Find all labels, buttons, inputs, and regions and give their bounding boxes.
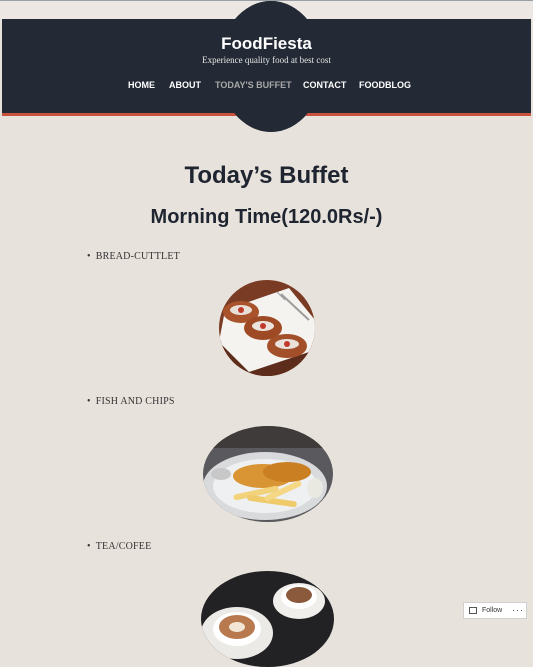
fish-and-chips-icon: [203, 426, 333, 522]
follow-icon: [469, 607, 477, 614]
page-title: Today’s Buffet: [184, 162, 349, 189]
nav-item-foodblog[interactable]: FOODBLOG: [359, 80, 411, 90]
bullet-icon: •: [87, 396, 91, 407]
item-label: FISH AND CHIPS: [95, 396, 175, 407]
list-item: • TEA/COFEE: [87, 541, 151, 552]
list-item: • BREAD-CUTTLET: [87, 251, 180, 262]
nav-item-todays-buffet[interactable]: TODAY'S BUFFET: [215, 80, 292, 90]
coffee-cups-icon: [201, 571, 334, 667]
follow-label: Follow: [482, 607, 503, 614]
site-title[interactable]: FoodFiesta: [0, 34, 533, 54]
section-title: Morning Time(120.0Rs/-): [150, 206, 383, 228]
list-item: • FISH AND CHIPS: [87, 396, 175, 407]
bullet-icon: •: [87, 541, 91, 552]
more-options-icon[interactable]: ···: [512, 605, 524, 615]
nav-item-about[interactable]: ABOUT: [169, 80, 201, 90]
site-tagline: Experience quality food at best cost: [202, 55, 331, 65]
main-nav: HOME ABOUT TODAY'S BUFFET CONTACT FOODBL…: [0, 80, 533, 94]
nav-item-home[interactable]: HOME: [128, 80, 155, 90]
cutlet-plate-icon: [219, 280, 315, 376]
header-circle-overlay: [219, 1, 323, 132]
item-label: BREAD-CUTTLET: [95, 251, 180, 262]
item-label: TEA/COFEE: [95, 541, 152, 552]
nav-item-contact[interactable]: CONTACT: [303, 80, 346, 90]
follow-button[interactable]: Follow ···: [463, 602, 527, 619]
bullet-icon: •: [87, 251, 91, 262]
